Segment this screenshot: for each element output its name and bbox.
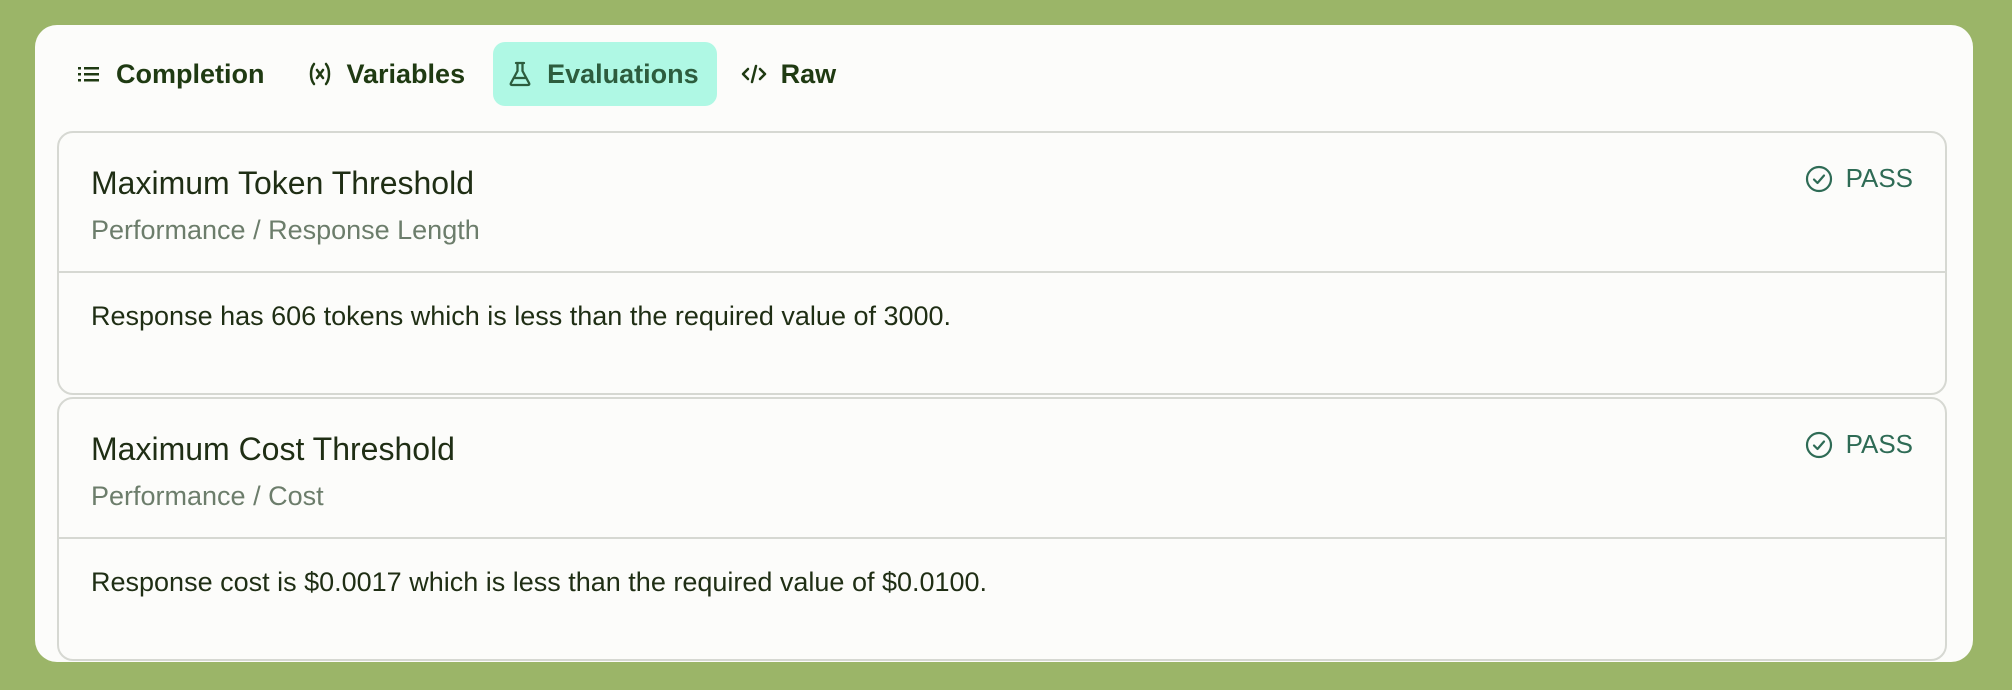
evaluation-message: Response cost is $0.0017 which is less t… [91,567,988,597]
evaluation-panel: Completion Variables Evaluations Raw Max… [35,25,1973,662]
tab-variables-label: Variables [346,58,466,89]
status-label: PASS [1845,163,1913,193]
status-label: PASS [1845,429,1913,459]
check-circle-icon [1804,430,1834,460]
list-icon [76,61,102,87]
evaluation-card-header: Maximum Cost Threshold Performance / Cos… [59,399,1945,539]
variable-icon [307,61,333,87]
evaluation-category: Performance / Response Length [91,215,480,245]
code-icon [741,61,767,87]
tab-raw[interactable]: Raw [727,42,855,106]
tab-raw-label: Raw [780,58,837,89]
tab-evaluations[interactable]: Evaluations [493,42,717,106]
flask-icon [507,61,533,87]
evaluation-category: Performance / Cost [91,481,324,511]
tab-evaluations-label: Evaluations [547,58,699,89]
tab-bar: Completion Variables Evaluations Raw [62,42,864,106]
evaluation-title: Maximum Cost Threshold [91,431,455,467]
evaluation-message: Response has 606 tokens which is less th… [91,301,952,331]
status-badge: PASS [1804,163,1913,194]
evaluation-card-header: Maximum Token Threshold Performance / Re… [59,133,1945,273]
check-circle-icon [1804,164,1834,194]
evaluation-card: Maximum Cost Threshold Performance / Cos… [57,397,1947,661]
tab-variables[interactable]: Variables [293,42,484,106]
tab-completion[interactable]: Completion [62,42,283,106]
evaluation-title: Maximum Token Threshold [91,165,474,201]
tab-completion-label: Completion [116,58,265,89]
status-badge: PASS [1804,429,1913,460]
evaluation-card: Maximum Token Threshold Performance / Re… [57,131,1947,395]
